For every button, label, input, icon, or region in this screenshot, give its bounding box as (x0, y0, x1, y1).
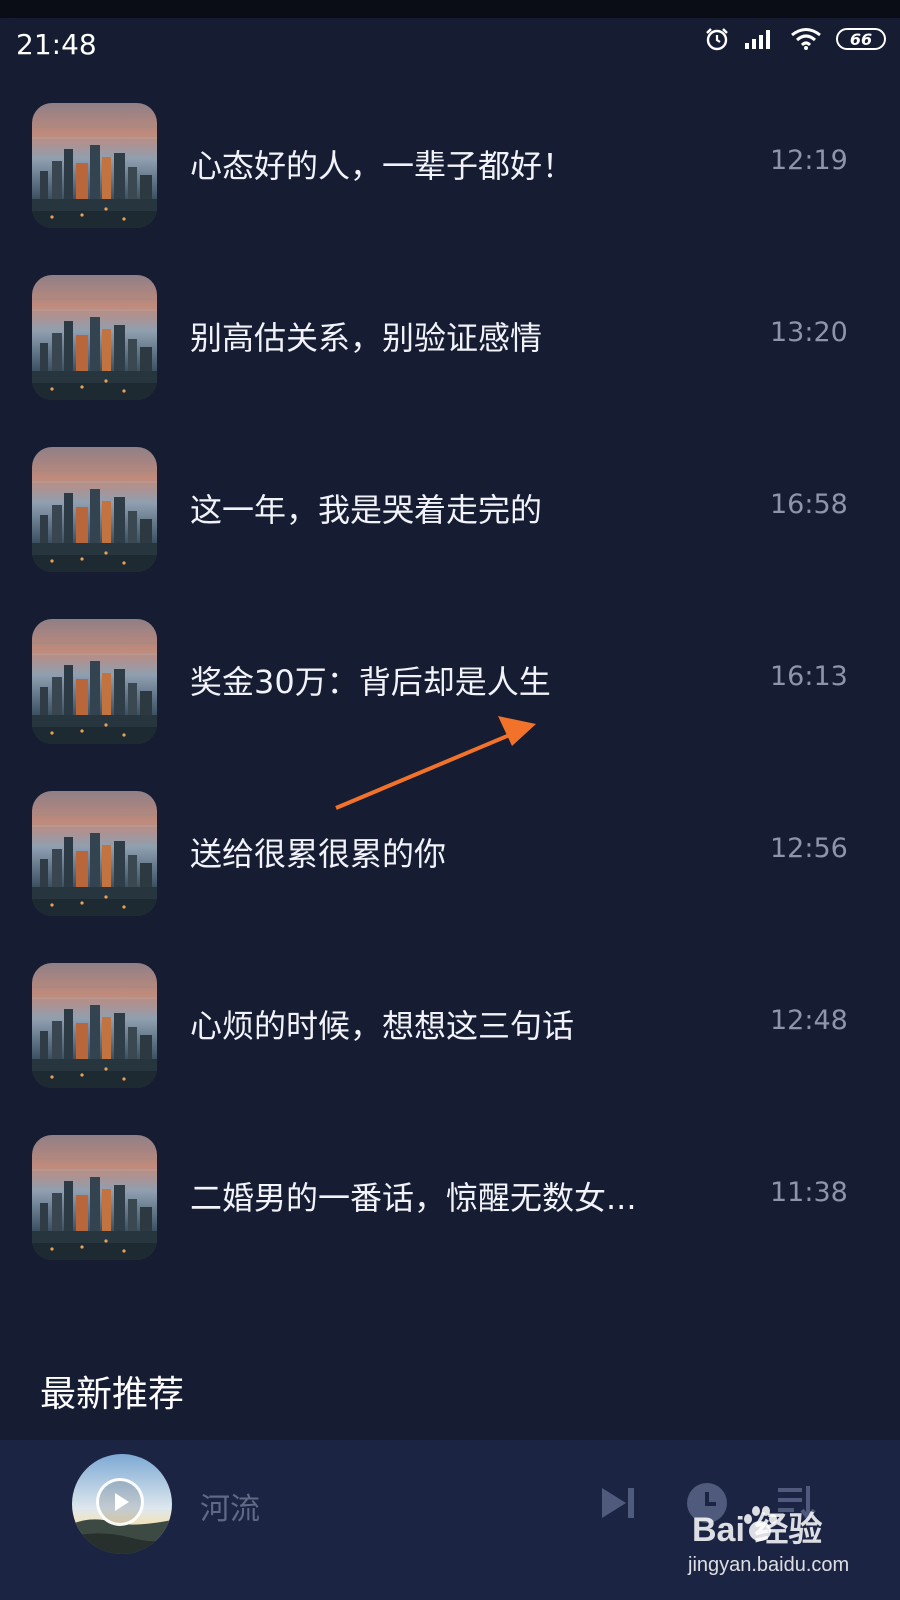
list-item[interactable]: 这一年，我是哭着走完的 16:58 (0, 437, 900, 572)
status-icons: 66 (704, 26, 886, 52)
item-title: 心烦的时候，想想这三句话 (190, 1007, 575, 1045)
signal-icon (745, 30, 770, 49)
alarm-icon (706, 28, 728, 51)
watermark-logo: Bai 经验 (692, 1511, 823, 1549)
list-item[interactable]: 奖金30万：背后却是人生 16:13 (0, 609, 900, 744)
list-item[interactable]: 心态好的人，一辈子都好！ 12:19 (0, 93, 900, 228)
next-icon[interactable] (596, 1480, 642, 1526)
item-time: 12:56 (770, 833, 848, 864)
item-title: 别高估关系，别验证感情 (190, 319, 543, 357)
item-time: 11:38 (770, 1177, 848, 1208)
watermark-url: jingyan.baidu.com (688, 1554, 850, 1576)
list-item[interactable]: 别高估关系，别验证感情 13:20 (0, 265, 900, 400)
item-title: 送给很累很累的你 (190, 835, 447, 873)
thumbnail (32, 103, 157, 228)
item-title: 奖金30万：背后却是人生 (190, 663, 551, 701)
thumbnail (32, 447, 157, 572)
top-edge (0, 0, 900, 18)
item-title: 二婚男的一番话，惊醒无数女... (190, 1179, 637, 1217)
thumbnail (32, 963, 157, 1088)
status-time: 21:48 (16, 28, 97, 61)
item-title: 这一年，我是哭着走完的 (190, 491, 543, 529)
list-item[interactable]: 二婚男的一番话，惊醒无数女... 11:38 (0, 1125, 900, 1260)
item-time: 16:13 (770, 661, 848, 692)
item-time: 12:19 (770, 145, 848, 176)
baidu-watermark: Bai 经验 jingyan.baidu.com (676, 1502, 896, 1592)
section-title: 最新推荐 (40, 1374, 185, 1415)
item-title: 心态好的人，一辈子都好！ (190, 147, 575, 185)
album-art[interactable] (72, 1454, 172, 1554)
list-item[interactable]: 送给很累很累的你 12:56 (0, 781, 900, 916)
thumbnail (32, 1135, 157, 1260)
battery-icon: 66 (836, 28, 886, 50)
thumbnail (32, 275, 157, 400)
thumbnail (32, 619, 157, 744)
item-time: 12:48 (770, 1005, 848, 1036)
list-item[interactable]: 心烦的时候，想想这三句话 12:48 (0, 953, 900, 1088)
song-title: 河流 (200, 1492, 260, 1527)
status-bar: 21:48 66 (0, 18, 900, 64)
play-icon[interactable] (96, 1478, 144, 1526)
wifi-icon (791, 28, 821, 50)
screen: 21:48 66 心态好的人，一辈子都好！ 12:19 别高估关系，别验证感情 … (0, 0, 900, 1600)
thumbnail (32, 791, 157, 916)
item-time: 13:20 (770, 317, 848, 348)
item-time: 16:58 (770, 489, 848, 520)
